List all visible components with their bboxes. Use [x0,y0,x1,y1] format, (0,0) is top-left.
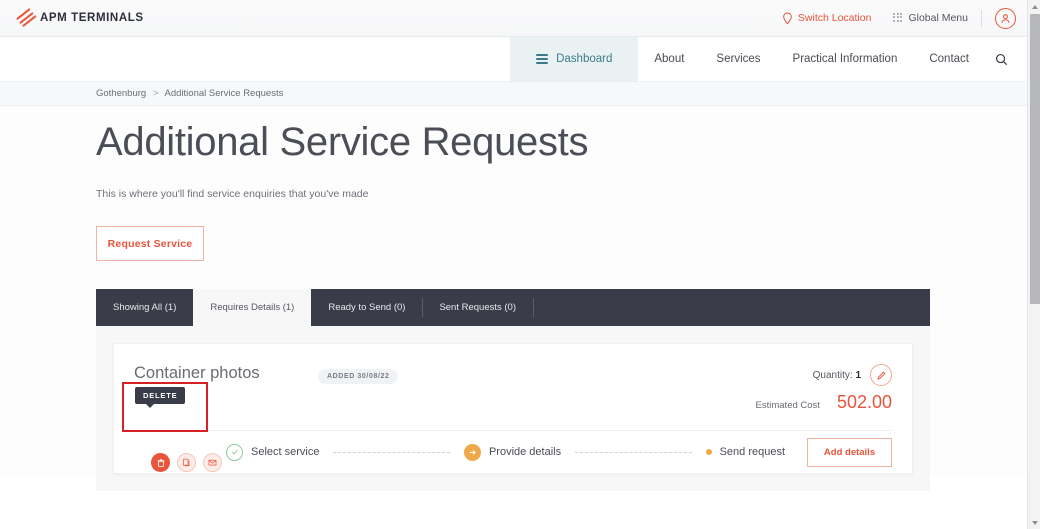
user-avatar-button[interactable] [995,8,1016,29]
nav-item-practical-information[interactable]: Practical Information [777,37,914,81]
tab-requires-details[interactable]: Requires Details (1) [193,289,311,326]
trash-icon [156,458,166,468]
tab-sent-requests[interactable]: Sent Requests (0) [422,289,533,326]
estimated-cost-value: 502.00 [837,392,892,413]
email-request-button[interactable] [203,453,222,472]
hamburger-list-icon [536,54,548,64]
map-pin-icon [782,12,793,25]
quantity-value: 1 [855,370,861,381]
step-provide-details-label: Provide details [489,446,561,458]
copy-document-icon [182,458,191,467]
request-progress-stepper: Select service Provide details [134,430,892,474]
estimated-cost-row: Estimated Cost 502.00 [756,392,892,413]
topbar-divider [981,10,982,27]
switch-location-button[interactable]: Switch Location [782,12,872,25]
quantity-label-text: Quantity: [813,370,853,381]
page-subtitle: This is where you'll find service enquir… [96,188,930,200]
delete-tooltip: DELETE [135,387,185,404]
tab-ready-to-send[interactable]: Ready to Send (0) [311,289,422,326]
card-action-buttons [151,453,222,472]
nav-item-services[interactable]: Services [700,37,776,81]
topbar-actions: Switch Location Global Menu [782,8,1030,29]
request-status-tabs: Showing All (1) Requires Details (1) Rea… [96,289,930,326]
step-select-service-label: Select service [251,446,319,458]
breadcrumb-bar: Gothenburg > Additional Service Requests [0,82,1030,106]
card-title: Container photos [134,364,260,383]
step-connector-2 [575,452,691,453]
global-menu-button[interactable]: Global Menu [893,12,968,24]
apm-stripes-logo-icon [13,9,39,27]
duplicate-request-button[interactable] [177,453,196,472]
nav-item-contact[interactable]: Contact [913,37,985,81]
switch-location-label: Switch Location [798,12,872,24]
added-date-badge: ADDED 30/08/22 [318,369,398,384]
user-avatar-icon [999,12,1012,25]
breadcrumb-separator: > [153,88,159,99]
pencil-edit-icon [876,370,887,381]
search-icon [995,53,1008,66]
service-request-card: Container photos ADDED 30/08/22 Quantity… [113,343,913,474]
nav-item-dashboard[interactable]: Dashboard [510,37,638,81]
nav-links: About Services Practical Information Con… [638,37,1030,81]
delete-request-button[interactable] [151,453,170,472]
breadcrumb: Gothenburg > Additional Service Requests [96,88,283,99]
nav-item-about[interactable]: About [638,37,700,81]
nav-dashboard-label: Dashboard [556,53,612,65]
scroll-up-arrow-icon[interactable] [1028,0,1040,13]
apm-terminals-logo[interactable]: APM TERMINALS [13,7,144,29]
tab-showing-all[interactable]: Showing All (1) [96,289,193,326]
step-send-request-label: Send request [720,446,785,458]
quantity-label: Quantity: 1 [813,370,861,381]
step-provide-details[interactable]: Provide details [464,444,561,461]
request-service-button[interactable]: Request Service [96,226,204,261]
step-select-service[interactable]: Select service [226,444,319,461]
grid-dots-icon [893,13,903,23]
tab-bar-filler [533,289,567,326]
utility-topbar: APM TERMINALS Switch Location Global Men… [0,0,1030,37]
check-circle-icon [226,444,243,461]
logo-text: APM TERMINALS [40,12,144,24]
main-navigation: Dashboard About Services Practical Infor… [0,37,1030,82]
nav-search-button[interactable] [985,53,1022,66]
quantity-row: Quantity: 1 [813,364,892,386]
global-menu-label: Global Menu [908,12,968,24]
estimated-cost-label: Estimated Cost [756,400,820,411]
request-list: Container photos ADDED 30/08/22 Quantity… [96,326,930,491]
browser-viewport: APM TERMINALS Switch Location Global Men… [0,0,1040,529]
page-body: Additional Service Requests This is wher… [0,106,1030,475]
scroll-down-arrow-icon[interactable] [1028,516,1040,529]
vertical-scrollbar[interactable] [1027,0,1040,529]
add-details-button[interactable]: Add details [807,438,892,467]
edit-quantity-button[interactable] [870,364,892,386]
step-connector-1 [333,452,449,453]
dot-icon [706,449,712,455]
page-title: Additional Service Requests [96,120,930,164]
step-send-request: Send request [706,446,785,458]
breadcrumb-item-root[interactable]: Gothenburg [96,88,146,99]
envelope-icon [208,458,217,467]
breadcrumb-item-current: Additional Service Requests [165,88,284,99]
arrow-right-circle-icon [464,444,481,461]
scrollbar-thumb[interactable] [1030,14,1040,304]
content-container: Additional Service Requests This is wher… [96,120,930,491]
